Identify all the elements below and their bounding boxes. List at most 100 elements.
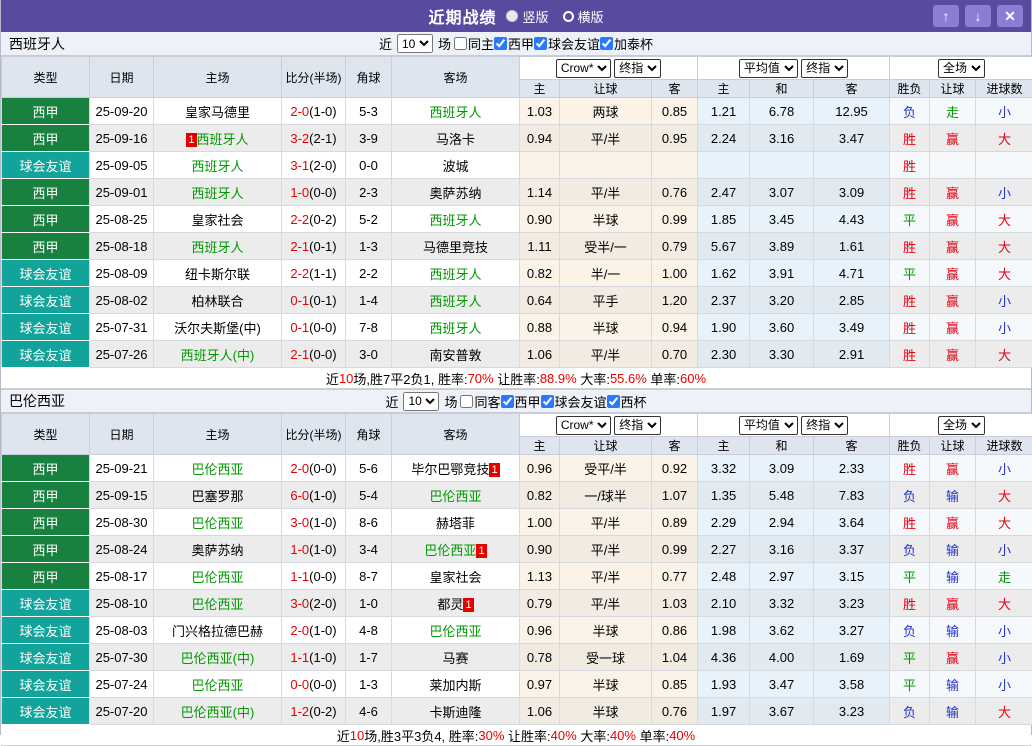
avg-source-select[interactable]: 平均值 (739, 416, 798, 435)
avg-draw: 3.32 (750, 590, 814, 617)
checkbox-input[interactable] (460, 395, 473, 408)
opponent-team-cell: 莱加内斯 (392, 671, 520, 698)
filter-checkbox-球会友谊[interactable]: 球会友谊 (541, 392, 607, 411)
score-cell: 3-0(1-0) (282, 509, 346, 536)
checkbox-input[interactable] (454, 37, 467, 50)
odds-away: 0.99 (652, 206, 698, 233)
checkbox-input[interactable] (541, 395, 554, 408)
handicap-result: 走 (930, 98, 976, 125)
odds-source-select[interactable]: Crow* (556, 416, 611, 435)
red-card-badge: 1 (489, 463, 499, 477)
avg-stage-select[interactable]: 终指 (801, 416, 848, 435)
match-date: 25-07-20 (90, 698, 154, 725)
avg-home: 1.85 (698, 206, 750, 233)
opponent-team-cell: 皇家社会 (392, 563, 520, 590)
close-button[interactable]: ✕ (997, 5, 1023, 27)
filter-checkbox-球会友谊[interactable]: 球会友谊 (534, 34, 600, 53)
odds-stage-select[interactable]: 终指 (614, 416, 661, 435)
opponent-team-cell: 巴塞罗那 (154, 482, 282, 509)
score-cell: 1-1(0-0) (282, 563, 346, 590)
checkbox-input[interactable] (534, 37, 547, 50)
match-date: 25-07-30 (90, 644, 154, 671)
avg-home: 1.97 (698, 698, 750, 725)
move-down-button[interactable]: ↓ (965, 5, 991, 27)
column-header-away: 客场 (392, 57, 520, 98)
subheader-avg-home: 主 (698, 437, 750, 455)
avg-home: 2.29 (698, 509, 750, 536)
checkbox-input[interactable] (501, 395, 514, 408)
odds-home: 0.97 (520, 671, 560, 698)
match-type-cell: 西甲 (2, 536, 90, 563)
avg-dropdowns-cell: 平均值 终指 (698, 57, 890, 80)
odds-handicap (560, 152, 652, 179)
avg-away: 3.47 (814, 125, 890, 152)
radio-vertical-label: 竖版 (522, 7, 548, 26)
odds-stage-select[interactable]: 终指 (614, 59, 661, 78)
odds-away: 0.92 (652, 455, 698, 482)
odds-away: 1.20 (652, 287, 698, 314)
filter-checkbox-同客[interactable]: 同客 (460, 392, 500, 411)
column-header-date: 日期 (90, 414, 154, 455)
corner-cell: 1-3 (346, 233, 392, 260)
competition-badge: 球会友谊 (2, 698, 89, 724)
avg-draw: 3.16 (750, 536, 814, 563)
goals-result: 小 (976, 98, 1032, 125)
avg-home: 1.90 (698, 314, 750, 341)
subheader-odds-home: 主 (520, 437, 560, 455)
match-date: 25-09-20 (90, 98, 154, 125)
filter-checkbox-西甲[interactable]: 西甲 (494, 34, 534, 53)
match-type-cell: 球会友谊 (2, 671, 90, 698)
avg-stage-select[interactable]: 终指 (801, 59, 848, 78)
checkbox-input[interactable] (600, 37, 613, 50)
checkbox-input[interactable] (607, 395, 620, 408)
filter-checkbox-加泰杯[interactable]: 加泰杯 (600, 34, 653, 53)
checkbox-input[interactable] (494, 37, 507, 50)
radio-vertical-layout[interactable]: 竖版 (506, 7, 548, 26)
handicap-result: 赢 (930, 233, 976, 260)
odds-home: 0.64 (520, 287, 560, 314)
goals-result: 大 (976, 233, 1032, 260)
radio-horizontal-layout[interactable]: 横版 (563, 7, 604, 26)
match-date: 25-07-31 (90, 314, 154, 341)
match-type-cell: 西甲 (2, 206, 90, 233)
goals-result: 大 (976, 206, 1032, 233)
filter-checkbox-西杯[interactable]: 西杯 (607, 392, 647, 411)
match-date: 25-09-16 (90, 125, 154, 152)
table-row: 球会友谊25-07-31沃尔夫斯堡(中)0-1(0-0)7-8西班牙人0.88半… (2, 314, 1032, 341)
recent-count-select[interactable]: 10 (403, 392, 439, 411)
avg-draw: 2.97 (750, 563, 814, 590)
move-up-button[interactable]: ↑ (933, 5, 959, 27)
odds-handicap: 半球 (560, 617, 652, 644)
competition-badge: 西甲 (2, 233, 89, 259)
odds-handicap: 一/球半 (560, 482, 652, 509)
avg-dropdowns-cell: 平均值 终指 (698, 414, 890, 437)
filter-checkbox-西甲[interactable]: 西甲 (501, 392, 541, 411)
corner-cell: 8-6 (346, 509, 392, 536)
scope-select[interactable]: 全场 (938, 416, 985, 435)
scope-select[interactable]: 全场 (938, 59, 985, 78)
filter-suffix-label: 场 (438, 34, 451, 53)
avg-draw: 3.30 (750, 341, 814, 368)
odds-handicap: 半球 (560, 671, 652, 698)
avg-away: 3.37 (814, 536, 890, 563)
column-header-corner: 角球 (346, 414, 392, 455)
odds-home: 0.96 (520, 617, 560, 644)
outcome-result: 负 (890, 482, 930, 509)
odds-handicap: 两球 (560, 98, 652, 125)
avg-source-select[interactable]: 平均值 (739, 59, 798, 78)
recent-count-select[interactable]: 10 (397, 34, 433, 53)
match-date: 25-08-17 (90, 563, 154, 590)
red-card-badge: 1 (463, 598, 473, 612)
odds-home: 1.06 (520, 341, 560, 368)
table-row: 西甲25-09-20皇家马德里2-0(1-0)5-3西班牙人1.03两球0.85… (2, 98, 1032, 125)
column-header-score: 比分(半场) (282, 414, 346, 455)
column-header-score: 比分(半场) (282, 57, 346, 98)
outcome-result: 胜 (890, 509, 930, 536)
corner-cell: 4-6 (346, 698, 392, 725)
odds-handicap: 半/一 (560, 260, 652, 287)
odds-source-select[interactable]: Crow* (556, 59, 611, 78)
filter-checkbox-同主[interactable]: 同主 (454, 34, 494, 53)
match-date: 25-07-26 (90, 341, 154, 368)
table-row: 西甲25-09-01西班牙人1-0(0-0)2-3奥萨苏纳1.14平/半0.76… (2, 179, 1032, 206)
subject-team-cell: 西班牙人 (392, 206, 520, 233)
